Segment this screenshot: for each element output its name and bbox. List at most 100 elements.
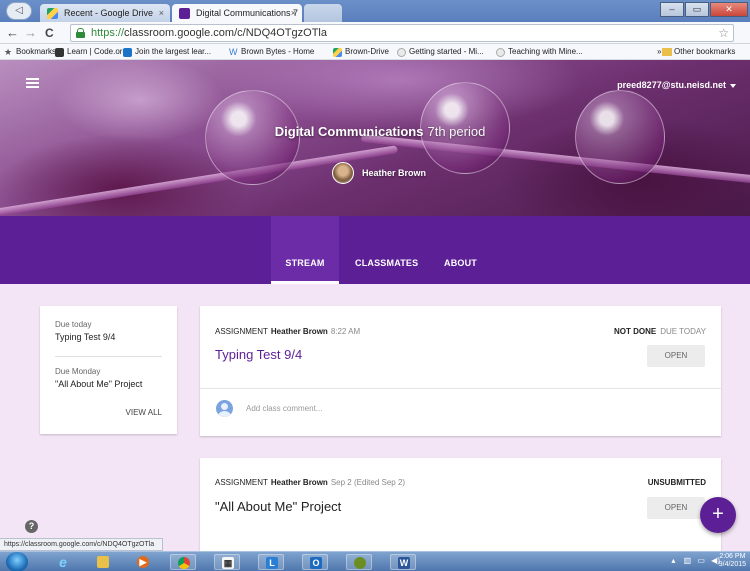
class-title: Digital Communications 7th period: [0, 124, 750, 139]
tab-classmates[interactable]: CLASSMATES: [355, 216, 418, 284]
bookmark-star-icon[interactable]: ☆: [718, 25, 729, 41]
tab-about[interactable]: ABOUT: [444, 216, 477, 284]
minimize-button[interactable]: –: [660, 2, 684, 17]
media-player-icon: ▶: [137, 556, 149, 568]
taskbar-lync[interactable]: L: [258, 554, 284, 570]
google-drive-icon: [47, 8, 58, 19]
upcoming-item[interactable]: Typing Test 9/4: [55, 332, 162, 342]
reload-icon[interactable]: C: [45, 25, 54, 41]
bookmark-getting-started[interactable]: Getting started - Mi...: [397, 44, 484, 59]
post-author: Heather Brown: [270, 327, 328, 336]
tab-digital-communications[interactable]: Digital Communications 7 ×: [172, 4, 302, 22]
assignment-title[interactable]: Typing Test 9/4: [215, 347, 302, 362]
bookmarks-label: ★ Bookmarks: [4, 44, 56, 59]
google-drive-icon: [333, 48, 342, 57]
add-post-button[interactable]: +: [700, 497, 736, 533]
chrome-icon: [178, 557, 190, 569]
window-controls: – ▭ ✕: [660, 2, 748, 17]
bookmarks-overflow-chevron[interactable]: »: [645, 44, 661, 59]
bookmark-brown-bytes[interactable]: W Brown Bytes - Home: [229, 44, 314, 59]
assignment-post: ASSIGNMENT Heather Brown 8:22 AM NOT DONE D…: [200, 306, 721, 436]
taskbar-app-grid[interactable]: ▦: [214, 554, 240, 570]
teacher-avatar: [332, 162, 354, 184]
status-badge: NOT DONE DUE TODAY: [613, 327, 706, 336]
class-header-banner: preed8277@stu.neisd.net Digital Communic…: [0, 60, 750, 216]
globe-icon: [496, 48, 505, 57]
status-bar-url: https://classroom.google.com/c/NDQ4OTgzO…: [0, 538, 164, 551]
open-assignment-button[interactable]: OPEN: [647, 345, 705, 367]
new-tab-button[interactable]: [304, 4, 342, 22]
teacher-info: Heather Brown: [332, 162, 426, 184]
status-badge: UNSUBMITTED: [647, 478, 706, 487]
taskbar-app[interactable]: [346, 554, 372, 570]
divider: [200, 388, 721, 389]
app-grid-icon: ▦: [222, 557, 234, 569]
class-section: 7th period: [427, 124, 486, 139]
start-button[interactable]: [6, 552, 28, 571]
word-icon: W: [398, 557, 410, 569]
menu-icon[interactable]: [26, 78, 39, 88]
forward-arrow-icon[interactable]: →: [24, 25, 37, 41]
windows-taskbar: e ▶ ▦ L O W ▴ ▥ ▭ ◀) 2:06 PM 9/4/2015: [0, 551, 750, 571]
taskbar-word[interactable]: W: [390, 554, 416, 570]
post-author: Heather Brown: [270, 478, 328, 487]
divider: [55, 356, 162, 357]
post-meta: ASSIGNMENT Heather Brown 8:22 AM: [215, 327, 361, 336]
post-time: Sep 2 (Edited Sep 2): [330, 478, 406, 487]
help-icon[interactable]: ?: [25, 520, 38, 533]
post-time: 8:22 AM: [330, 327, 361, 336]
back-arrow-icon[interactable]: ←: [6, 25, 19, 41]
star-icon: ★: [4, 47, 13, 57]
outlook-icon: O: [310, 557, 322, 569]
folder-icon: [97, 556, 109, 568]
caret-down-icon: [730, 83, 736, 88]
tab-close-icon[interactable]: ×: [159, 4, 164, 22]
app-icon: [354, 557, 366, 569]
code-org-icon: [55, 48, 64, 57]
globe-icon: [397, 48, 406, 57]
taskbar-file-explorer[interactable]: [90, 554, 116, 570]
close-window-button[interactable]: ✕: [710, 2, 748, 17]
open-assignment-button[interactable]: OPEN: [647, 497, 705, 519]
browser-toolbar: ← → C https://classroom.google.com/c/NDQ…: [0, 22, 750, 44]
taskbar-chrome[interactable]: [170, 554, 196, 570]
display-icon[interactable]: ▭: [697, 556, 705, 565]
upcoming-item[interactable]: "All About Me" Project: [55, 379, 162, 389]
taskbar-internet-explorer[interactable]: e: [50, 554, 76, 570]
network-icon[interactable]: ▥: [684, 556, 692, 565]
account-switcher[interactable]: preed8277@stu.neisd.net: [617, 80, 736, 90]
classroom-icon: [179, 8, 190, 19]
system-clock[interactable]: 2:06 PM 9/4/2015: [719, 553, 746, 569]
bookmark-code-org[interactable]: Learn | Code.org: [55, 44, 127, 59]
class-nav-tabs: STREAM CLASSMATES ABOUT: [0, 216, 750, 284]
tray-expand-icon[interactable]: ▴: [671, 556, 675, 565]
taskbar-media-player[interactable]: ▶: [130, 554, 156, 570]
tab-google-drive[interactable]: Recent - Google Drive ×: [40, 4, 170, 22]
other-bookmarks-folder[interactable]: Other bookmarks: [662, 44, 750, 59]
bookmark-teaching-minecraft[interactable]: Teaching with Mine...: [496, 44, 583, 59]
address-bar[interactable]: https://classroom.google.com/c/NDQ4OTgzO…: [70, 24, 734, 42]
assignment-post: ASSIGNMENT Heather Brown Sep 2 (Edited Sep…: [200, 458, 721, 558]
site-icon: [123, 48, 132, 57]
assignment-title[interactable]: "All About Me" Project: [215, 499, 341, 514]
tab-close-icon[interactable]: ×: [291, 4, 296, 22]
view-all-link[interactable]: VIEW ALL: [126, 408, 162, 417]
bookmark-join-largest[interactable]: Join the largest lear...: [123, 44, 211, 59]
internet-explorer-icon: e: [59, 554, 67, 570]
browser-menu-button[interactable]: ◁: [6, 2, 32, 20]
bookmarks-bar: ★ Bookmarks Learn | Code.org Join the lar…: [0, 44, 750, 60]
class-comment-input[interactable]: Add class comment...: [246, 404, 322, 413]
lock-icon: [76, 28, 85, 38]
post-meta: ASSIGNMENT Heather Brown Sep 2 (Edited Sep…: [215, 478, 406, 487]
browser-tabstrip: ◁ Recent - Google Drive × Digital Commun…: [0, 0, 750, 22]
system-tray: ▴ ▥ ▭ ◀): [671, 556, 720, 565]
class-name: Digital Communications: [274, 124, 424, 139]
bookmark-brown-drive[interactable]: Brown-Drive: [333, 44, 389, 59]
lync-icon: L: [266, 557, 278, 569]
upcoming-due-label: Due today: [55, 320, 92, 329]
taskbar-outlook[interactable]: O: [302, 554, 328, 570]
maximize-button[interactable]: ▭: [685, 2, 709, 17]
tab-stream[interactable]: STREAM: [271, 216, 339, 284]
upcoming-due-label: Due Monday: [55, 367, 101, 376]
folder-icon: [662, 48, 672, 56]
